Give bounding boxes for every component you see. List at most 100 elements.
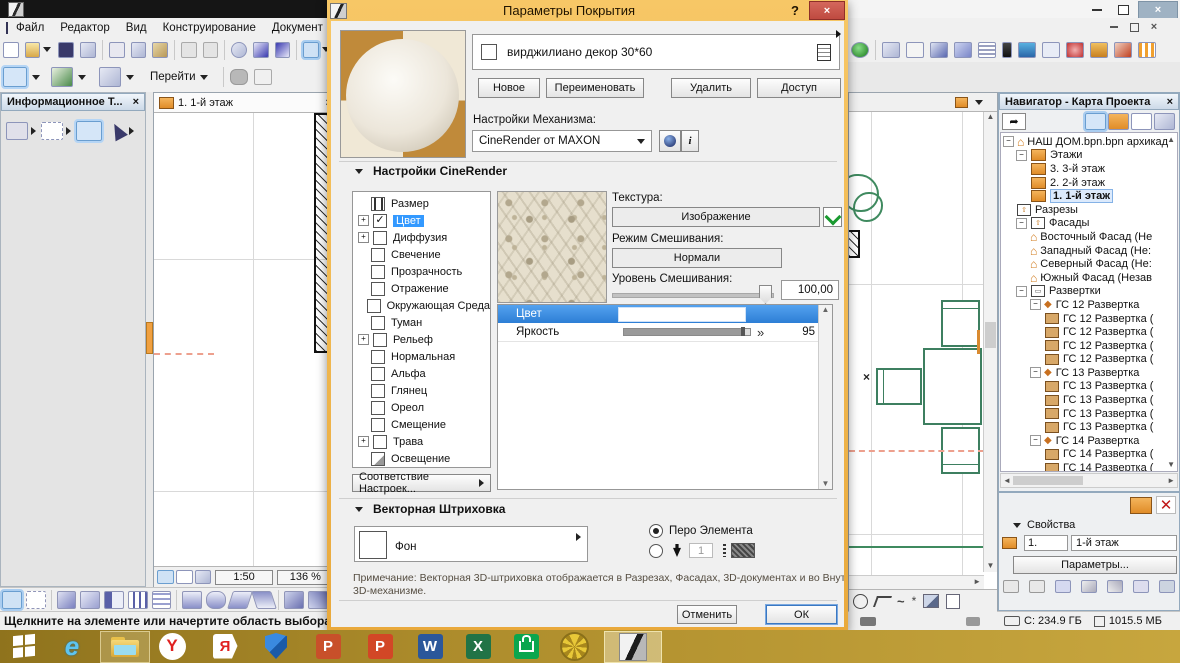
roof-tool2-icon[interactable] [251,591,277,609]
prop-tool-5-icon[interactable] [1107,580,1123,593]
orientation-icon[interactable] [195,570,212,584]
walk-icon[interactable] [254,69,272,85]
go-to-button[interactable]: Перейти [150,71,196,83]
prop-tool-6-icon[interactable] [1133,580,1149,593]
doc-restore-button[interactable] [1126,21,1142,33]
open-icon[interactable] [25,42,41,58]
tree-item-gs13-2[interactable]: ГС 13 Развертка ( [1003,393,1177,407]
circle-tool-icon[interactable] [853,594,868,609]
cancel-button[interactable]: Отменить [677,605,737,624]
quick-layers-icon[interactable] [3,67,27,87]
channel-fog[interactable]: Туман [358,314,490,331]
blend-level-slider[interactable] [612,285,772,303]
tree-item-gs14-2[interactable]: ГС 14 Развертка ( [1003,461,1177,472]
v-scrollbar[interactable]: ▲ ▼ [983,112,997,572]
tree-scroll-up-icon[interactable]: ▲ [1167,135,1175,144]
menu-file[interactable]: Файл [16,22,44,34]
tree-item-elevations[interactable]: −⇧Фасады [1003,217,1177,231]
prop-tool-1-icon[interactable] [1003,580,1019,593]
yandex-browser-taskbar-icon[interactable]: Y [152,630,192,662]
texture-image-button[interactable]: Изображение [612,207,820,227]
paint-bucket-icon[interactable] [76,121,102,141]
tree-item-stories[interactable]: −Этажи [1003,149,1177,163]
tree-item-elev-north[interactable]: ⌂Северный Фасад (Не: [1003,257,1177,271]
cursor-arrow-icon[interactable] [108,121,128,142]
tree-item-elev-south[interactable]: ⌂Южный Фасад (Незав [1003,271,1177,285]
publisher-taskbar-icon[interactable]: P [308,630,348,662]
surface-popup-arrow-icon[interactable] [836,30,841,38]
scale-icon[interactable] [906,42,924,58]
channel-glow[interactable]: Ореол [358,399,490,416]
prop-tool-3-icon[interactable] [1055,580,1071,593]
menu-view[interactable]: Вид [126,22,147,34]
media-taskbar-icon[interactable] [554,630,594,662]
delete-button[interactable]: Удалить [671,78,751,98]
section-view-dropdown-icon[interactable] [126,75,134,80]
dialog-close-button[interactable]: × [809,1,845,20]
publisher-sets-icon[interactable] [1154,113,1175,130]
canvas-2[interactable]: × ▲ ▼ ► [849,112,997,589]
print-icon[interactable] [80,42,96,58]
marquee-settings-arrow-icon[interactable] [31,127,36,135]
tree-item-gs12-1[interactable]: ГС 12 Развертка ( [1003,312,1177,326]
curtain-wall-tool-icon[interactable] [152,591,172,609]
cloud-icon[interactable] [230,69,248,85]
scale-value[interactable]: 1:50 [215,570,272,585]
restore-button[interactable] [1112,3,1134,16]
channel-size[interactable]: Размер [358,195,490,212]
engine-info-button[interactable]: i [681,130,699,152]
hatch-section-collapse-icon[interactable] [355,507,363,512]
3d-cube-icon[interactable] [954,42,972,58]
start-button[interactable] [4,630,44,662]
blend-mode-button[interactable]: Нормали [612,248,782,268]
3d-view-dropdown-icon[interactable] [78,75,86,80]
cut-icon[interactable] [109,42,125,58]
quick-layer-icon[interactable] [157,570,174,584]
copy-icon[interactable] [131,42,147,58]
quick-layers-dropdown-icon[interactable] [32,75,40,80]
engine-select[interactable]: CineRender от MAXON [472,130,652,152]
surface-name-checkbox[interactable] [481,44,497,60]
channel-luminance[interactable]: Свечение [358,246,490,263]
view-map-icon[interactable] [1108,113,1129,130]
tree-item-gs12-3[interactable]: ГС 12 Развертка ( [1003,339,1177,353]
prop-tool-4-icon[interactable] [1081,580,1097,593]
blend-level-slider-thumb[interactable] [759,285,772,304]
selection-rect-arrow-icon[interactable] [66,127,71,135]
new-folder-icon[interactable] [1130,497,1152,514]
beam-tool-icon[interactable] [182,591,202,609]
navigator-header[interactable]: Навигатор - Карта Проекта × [999,93,1179,110]
zoom-value[interactable]: 136 % [277,570,334,585]
ie-taskbar-icon[interactable]: e [52,630,92,662]
tree-item-worksheets[interactable]: −▭Развертки [1003,285,1177,299]
pen-set-icon[interactable] [1002,42,1012,58]
info-panel-close-icon[interactable]: × [133,96,139,108]
tree-item-gs13-4[interactable]: ГС 13 Развертка ( [1003,420,1177,434]
brightness-expand-icon[interactable]: » [757,325,764,340]
canvas-1[interactable] [154,113,336,566]
column-tool-icon[interactable] [80,591,100,609]
zoom-preview-icon[interactable] [176,570,193,584]
3d-view-icon[interactable] [51,67,73,87]
view-home-dropdown-icon[interactable] [975,100,983,105]
word-taskbar-icon[interactable]: W [410,630,450,662]
minimize-button[interactable] [1086,3,1108,16]
panel-handle[interactable] [146,322,153,354]
tree-item-sections[interactable]: ⇧Разрезы [1003,203,1177,217]
texture-load-button[interactable] [823,207,842,227]
guide-lines-icon[interactable] [303,42,319,58]
tree-item-gs12-4[interactable]: ГС 12 Развертка ( [1003,353,1177,367]
zoom-tool-icon[interactable] [231,42,247,58]
layers-icon[interactable] [882,42,900,58]
floor-number-field[interactable]: 1. [1024,535,1068,551]
explorer-taskbar-icon[interactable] [100,631,150,663]
open-dropdown-icon[interactable] [43,47,51,52]
selection-rect-icon[interactable] [41,122,63,140]
ok-button[interactable]: ОК [766,605,837,624]
channel-displacement[interactable]: Смещение [358,416,490,433]
go-to-dropdown-icon[interactable] [200,75,208,80]
channel-grass[interactable]: +Трава [358,433,490,450]
menu-edit[interactable]: Редактор [60,22,110,34]
grid-tool-icon[interactable] [1138,42,1156,58]
brightness-slider[interactable] [623,328,751,336]
